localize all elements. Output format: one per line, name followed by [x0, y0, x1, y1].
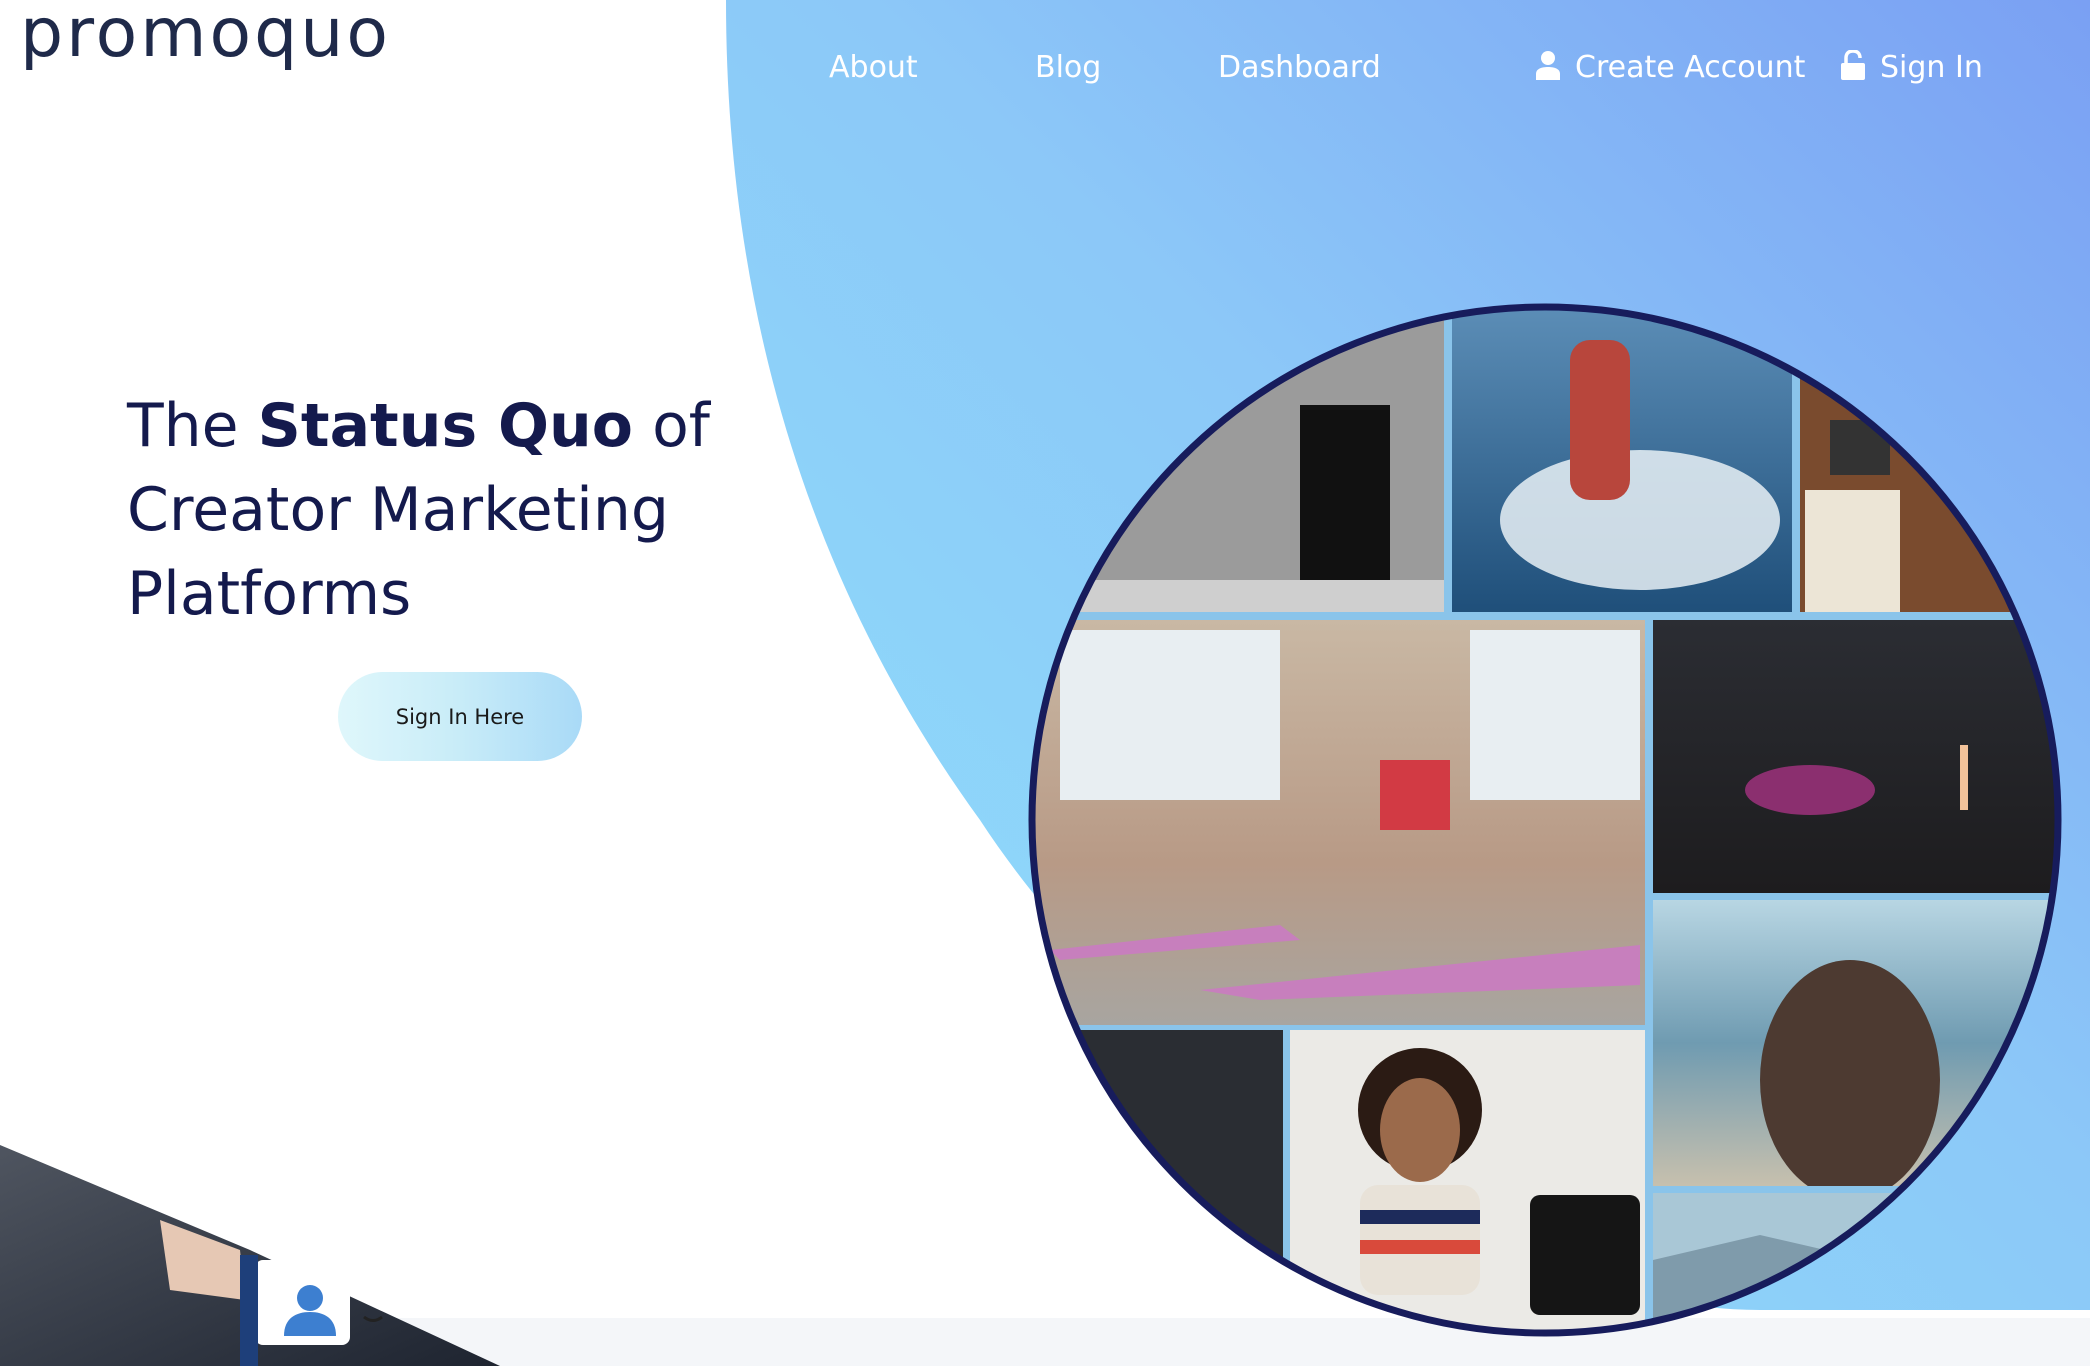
photo-night-car	[1653, 620, 2055, 893]
user-profile-icon	[284, 1285, 336, 1336]
hero-title-suffix: of	[633, 391, 710, 461]
dash-mark-icon	[363, 1315, 383, 1322]
hero-title: The Status Quo of Creator Marketing Plat…	[127, 384, 747, 636]
landing-page: promoquo About Blog Dashboard Create Acc…	[0, 0, 2090, 1366]
sign-in-label: Sign In	[1880, 50, 1983, 85]
hero-title-line3: Platforms	[127, 559, 412, 629]
hero-title-line2: Creator Marketing	[127, 475, 669, 545]
photo-dark-studio	[1035, 1030, 1283, 1330]
hero-background	[0, 0, 2090, 1366]
nav-blog-link[interactable]: Blog	[1035, 50, 1101, 85]
hero-title-prefix: The	[127, 391, 258, 461]
sign-in-here-button[interactable]: Sign In Here	[338, 672, 582, 761]
nav-sign-in-link[interactable]: Sign In	[1840, 50, 1983, 85]
user-icon	[1536, 51, 1560, 80]
nav-dashboard-link[interactable]: Dashboard	[1218, 50, 1381, 85]
preview-card	[0, 1145, 500, 1366]
nav-create-account-link[interactable]: Create Account	[1535, 50, 1805, 85]
unlock-icon	[1841, 50, 1865, 80]
create-account-label: Create Account	[1575, 50, 1806, 85]
brand-logo[interactable]: promoquo	[20, 0, 391, 73]
hero-title-strong: Status Quo	[257, 391, 633, 461]
nav-about-link[interactable]: About	[829, 50, 918, 85]
